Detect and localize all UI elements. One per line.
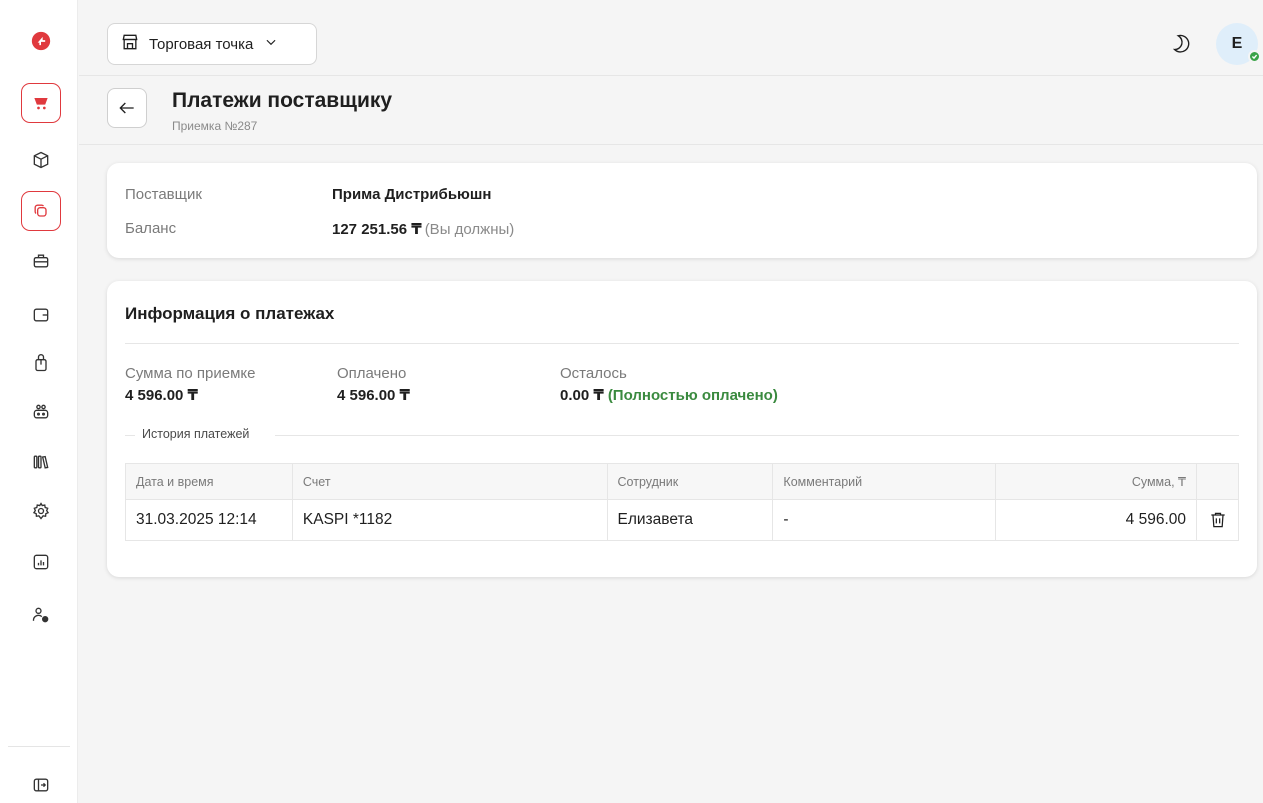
online-status-icon [1248, 50, 1261, 63]
history-divider: История платежей [125, 427, 1239, 443]
col-actions [1196, 463, 1239, 500]
table-header-row: Дата и время Счет Сотрудник Комментарий … [125, 463, 1239, 500]
history-line-right [275, 435, 1239, 436]
fully-paid-note: (Полностью оплачено) [607, 387, 778, 404]
remaining-value: 0.00 ₸ [560, 387, 604, 404]
bag-icon[interactable] [21, 343, 61, 383]
remaining-label: Осталось [560, 365, 627, 382]
wallet-icon[interactable] [21, 295, 61, 335]
col-comment[interactable]: Комментарий [772, 463, 997, 500]
layers-icon[interactable] [21, 191, 61, 231]
payments-card: Информация о платежах Сумма по приемке 4… [107, 281, 1257, 577]
history-label: История платежей [142, 427, 250, 441]
store-selector-label: Торговая точка [149, 35, 254, 53]
page-header: Платежи поставщику Приемка №287 [79, 77, 1263, 145]
receipt-sum-value: 4 596.00 ₸ [125, 387, 198, 404]
supplier-label: Поставщик [125, 186, 202, 203]
sidebar-divider [8, 746, 70, 747]
col-account[interactable]: Счет [291, 463, 608, 500]
section-divider [125, 343, 1239, 344]
logo-icon[interactable] [21, 21, 61, 61]
row-comment: - [772, 499, 997, 541]
paid-stat: Оплачено 4 596.00 ₸ [337, 365, 410, 404]
collapse-icon[interactable] [21, 765, 61, 803]
payments-title: Информация о платежах [125, 304, 335, 323]
table-row[interactable]: 31.03.2025 12:14 KASPI *1182 Елизавета -… [125, 499, 1239, 541]
store-icon [120, 32, 140, 56]
receipt-sum-stat: Сумма по приемке 4 596.00 ₸ [125, 365, 256, 404]
box-icon[interactable] [21, 140, 61, 180]
balance-label: Баланс [125, 220, 177, 237]
library-icon[interactable] [21, 442, 61, 482]
delete-payment-button[interactable] [1196, 499, 1239, 541]
page-title: Платежи поставщику [172, 89, 393, 112]
col-datetime[interactable]: Дата и время [125, 463, 293, 500]
balance-row: 127 251.56 ₸ (Вы должны) [332, 220, 514, 238]
page-subtitle: Приемка №287 [172, 119, 258, 133]
avatar-initial: Е [1231, 35, 1243, 52]
back-button[interactable] [107, 88, 147, 128]
col-employee[interactable]: Сотрудник [606, 463, 774, 500]
chevron-down-icon [264, 35, 278, 53]
arrow-left-icon [119, 102, 134, 114]
gear-icon[interactable] [21, 491, 61, 531]
store-selector[interactable]: Торговая точка [107, 23, 317, 65]
cart-icon[interactable] [21, 83, 61, 123]
paid-value: 4 596.00 ₸ [337, 387, 410, 404]
paid-label: Оплачено [337, 365, 407, 382]
balance-value: 127 251.56 ₸ [332, 221, 422, 238]
receipt-sum-label: Сумма по приемке [125, 365, 256, 382]
supplier-card: Поставщик Прима Дистрибьюшн Баланс 127 2… [107, 163, 1257, 258]
trash-icon [1210, 512, 1225, 528]
sidebar [0, 0, 78, 803]
avatar[interactable]: Е [1216, 23, 1261, 65]
remaining-stat: Осталось 0.00 ₸ (Полностью оплачено) [560, 365, 778, 404]
remaining-row: 0.00 ₸ (Полностью оплачено) [560, 386, 778, 404]
row-employee: Елизавета [606, 499, 774, 541]
users-settings-icon[interactable] [21, 595, 61, 635]
history-line-left [125, 435, 135, 436]
top-bar: Торговая точка Е [79, 0, 1263, 76]
row-datetime: 31.03.2025 12:14 [125, 499, 293, 541]
row-amount: 4 596.00 [995, 499, 1198, 541]
col-amount[interactable]: Сумма, ₸ [995, 463, 1198, 500]
report-icon[interactable] [21, 542, 61, 582]
payments-table: Дата и время Счет Сотрудник Комментарий … [125, 463, 1239, 541]
supplier-name: Прима Дистрибьюшн [332, 186, 492, 203]
balance-note: (Вы должны) [424, 221, 515, 238]
briefcase-icon[interactable] [21, 241, 61, 281]
robot-icon[interactable] [21, 392, 61, 432]
moon-icon[interactable] [1170, 33, 1192, 55]
row-account: KASPI *1182 [291, 499, 608, 541]
